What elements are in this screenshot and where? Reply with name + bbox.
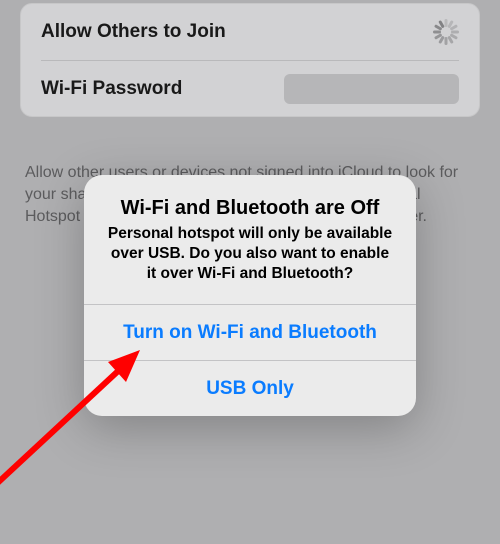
- alert-message: Personal hotspot will only be available …: [106, 224, 394, 284]
- alert-body: Wi-Fi and Bluetooth are Off Personal hot…: [84, 175, 416, 304]
- alert-dialog: Wi-Fi and Bluetooth are Off Personal hot…: [84, 175, 416, 416]
- turn-on-wifi-bluetooth-button[interactable]: Turn on Wi-Fi and Bluetooth: [84, 304, 416, 360]
- usb-only-button[interactable]: USB Only: [84, 360, 416, 416]
- alert-title: Wi-Fi and Bluetooth are Off: [106, 197, 394, 220]
